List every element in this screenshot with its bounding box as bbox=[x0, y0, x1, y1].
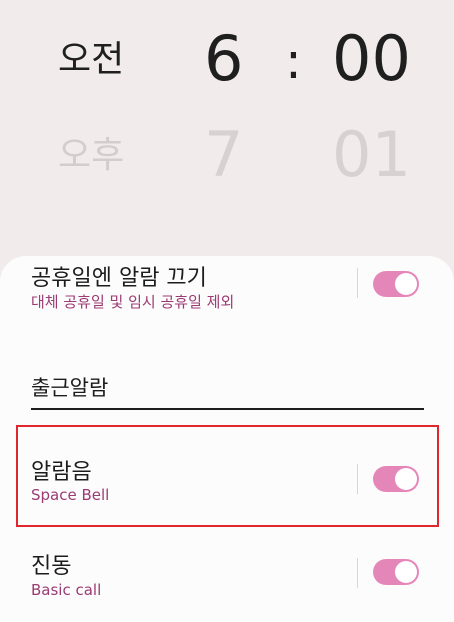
minute-selected[interactable]: 00 bbox=[332, 28, 411, 90]
toggle-knob bbox=[395, 273, 417, 295]
ampm-next[interactable]: 오후 bbox=[58, 138, 124, 174]
row-divider bbox=[357, 268, 358, 298]
vibration-title: 진동 bbox=[31, 554, 72, 579]
holiday-off-toggle[interactable] bbox=[373, 271, 419, 297]
minute-next[interactable]: 01 bbox=[332, 124, 411, 186]
time-picker[interactable]: 오전 6 : 00 오후 7 01 bbox=[0, 0, 454, 258]
time-separator: : bbox=[285, 32, 302, 90]
alarm-name-input[interactable]: 출근알람 bbox=[31, 370, 424, 410]
row-divider bbox=[357, 558, 358, 588]
alarm-sound-highlight bbox=[16, 425, 439, 527]
ampm-selected[interactable]: 오전 bbox=[58, 42, 124, 78]
hour-next[interactable]: 7 bbox=[204, 124, 243, 186]
vibration-row[interactable]: 진동 Basic call bbox=[0, 540, 454, 622]
hour-selected[interactable]: 6 bbox=[204, 28, 243, 90]
holiday-off-subtitle: 대체 공휴일 및 임시 공휴일 제외 bbox=[31, 293, 235, 311]
holiday-off-title: 공휴일엔 알람 끄기 bbox=[31, 266, 207, 291]
toggle-knob bbox=[395, 561, 417, 583]
alarm-name-value: 출근알람 bbox=[31, 376, 109, 400]
holiday-off-row[interactable]: 공휴일엔 알람 끄기 대체 공휴일 및 임시 공휴일 제외 bbox=[0, 256, 454, 346]
vibration-subtitle: Basic call bbox=[31, 581, 102, 599]
vibration-toggle[interactable] bbox=[373, 559, 419, 585]
